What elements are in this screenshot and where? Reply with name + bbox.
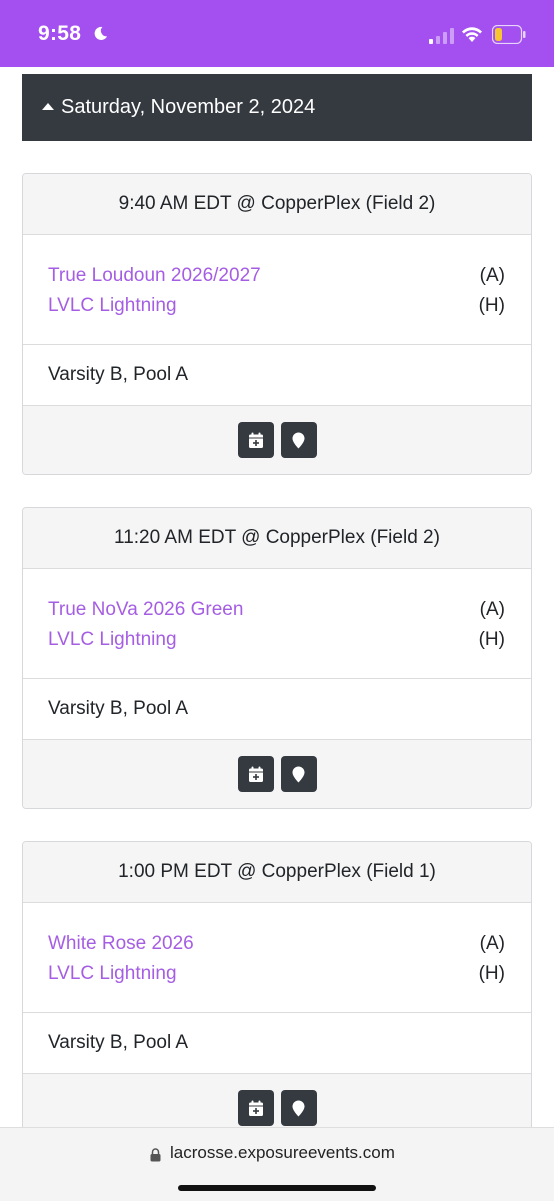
add-to-calendar-button[interactable] <box>237 422 274 458</box>
wifi-icon <box>462 27 482 42</box>
home-team-link[interactable]: LVLC Lightning <box>48 291 177 321</box>
home-team-row: LVLC Lightning (H) <box>48 291 505 321</box>
home-tag: (H) <box>478 295 505 316</box>
game-actions <box>23 740 531 808</box>
lock-icon <box>150 1148 161 1162</box>
calendar-plus-icon <box>248 432 263 448</box>
browser-url-bar[interactable]: lacrosse.exposureevents.com <box>0 1127 554 1201</box>
map-location-button[interactable] <box>280 422 317 458</box>
game-actions <box>23 406 531 474</box>
url-text: lacrosse.exposureevents.com <box>170 1143 395 1162</box>
status-bar: 9:58 <box>0 0 554 67</box>
day-header-label: Saturday, November 2, 2024 <box>61 96 316 118</box>
calendar-plus-icon <box>248 766 263 782</box>
map-marker-icon <box>292 1100 305 1116</box>
map-location-button[interactable] <box>280 756 317 792</box>
game-card: 11:20 AM EDT @ CopperPlex (Field 2) True… <box>22 507 532 809</box>
game-teams: White Rose 2026 (A) LVLC Lightning (H) <box>23 903 531 1013</box>
battery-icon <box>492 25 526 44</box>
game-division: Varsity B, Pool A <box>23 345 531 406</box>
game-teams: True Loudoun 2026/2027 (A) LVLC Lightnin… <box>23 235 531 345</box>
home-tag: (H) <box>478 629 505 650</box>
game-time-location: 9:40 AM EDT @ CopperPlex (Field 2) <box>23 174 531 235</box>
away-tag: (A) <box>479 933 505 954</box>
calendar-plus-icon <box>248 1100 263 1116</box>
home-tag: (H) <box>478 963 505 984</box>
home-indicator[interactable] <box>178 1185 376 1191</box>
away-team-link[interactable]: True NoVa 2026 Green <box>48 595 243 625</box>
game-division: Varsity B, Pool A <box>23 1013 531 1074</box>
away-tag: (A) <box>479 599 505 620</box>
away-team-link[interactable]: White Rose 2026 <box>48 929 194 959</box>
add-to-calendar-button[interactable] <box>237 1090 274 1126</box>
away-team-row: True NoVa 2026 Green (A) <box>48 595 505 625</box>
game-card: 1:00 PM EDT @ CopperPlex (Field 1) White… <box>22 841 532 1127</box>
away-team-link[interactable]: True Loudoun 2026/2027 <box>48 261 261 291</box>
game-teams: True NoVa 2026 Green (A) LVLC Lightning … <box>23 569 531 679</box>
cellular-signal-icon <box>429 28 454 44</box>
game-actions <box>23 1074 531 1127</box>
away-team-row: True Loudoun 2026/2027 (A) <box>48 261 505 291</box>
away-tag: (A) <box>479 265 505 286</box>
game-time-location: 1:00 PM EDT @ CopperPlex (Field 1) <box>23 842 531 903</box>
game-division: Varsity B, Pool A <box>23 679 531 740</box>
away-team-row: White Rose 2026 (A) <box>48 929 505 959</box>
map-location-button[interactable] <box>280 1090 317 1126</box>
moon-icon <box>94 26 108 40</box>
caret-up-icon <box>42 103 54 110</box>
schedule-content[interactable]: Saturday, November 2, 2024 9:40 AM EDT @… <box>0 67 554 1127</box>
home-team-row: LVLC Lightning (H) <box>48 625 505 655</box>
map-marker-icon <box>292 432 305 448</box>
day-header-toggle[interactable]: Saturday, November 2, 2024 <box>22 74 532 141</box>
status-time: 9:58 <box>38 22 82 45</box>
map-marker-icon <box>292 766 305 782</box>
add-to-calendar-button[interactable] <box>237 756 274 792</box>
home-team-link[interactable]: LVLC Lightning <box>48 959 177 989</box>
home-team-row: LVLC Lightning (H) <box>48 959 505 989</box>
game-card: 9:40 AM EDT @ CopperPlex (Field 2) True … <box>22 173 532 475</box>
home-team-link[interactable]: LVLC Lightning <box>48 625 177 655</box>
game-time-location: 11:20 AM EDT @ CopperPlex (Field 2) <box>23 508 531 569</box>
